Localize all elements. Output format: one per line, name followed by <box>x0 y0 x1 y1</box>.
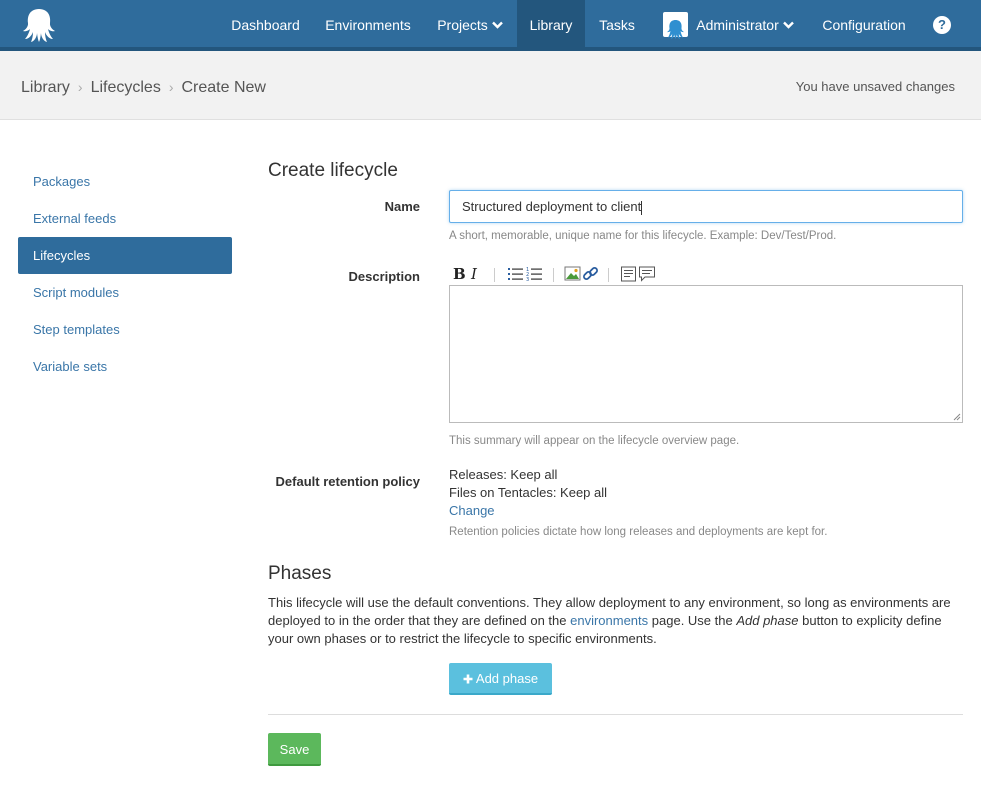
bold-icon[interactable]: B <box>452 264 466 284</box>
name-input[interactable]: Structured deployment to client <box>449 190 963 223</box>
phases-description: This lifecycle will use the default conv… <box>268 594 968 648</box>
octopus-logo-icon[interactable] <box>20 6 58 44</box>
nav-configuration[interactable]: Configuration <box>808 0 920 47</box>
nav-administrator-label: Administrator <box>696 17 779 33</box>
help-markdown-icon[interactable] <box>638 264 656 284</box>
add-phase-label: Add phase <box>475 671 539 686</box>
name-hint: A short, memorable, unique name for this… <box>449 230 837 242</box>
save-button[interactable]: Save <box>268 733 321 766</box>
retention-label: Default retention policy <box>275 474 420 489</box>
sidebar-item-step-templates[interactable]: Step templates <box>18 311 232 348</box>
breadcrumb-lifecycles[interactable]: Lifecycles <box>91 79 161 96</box>
sidebar-item-label: Step templates <box>33 322 120 337</box>
nav-tasks[interactable]: Tasks <box>585 0 649 47</box>
nav-configuration-label: Configuration <box>822 17 906 33</box>
breadcrumb-library[interactable]: Library <box>21 79 70 96</box>
retention-files: Files on Tentacles: Keep all <box>449 485 608 500</box>
nav-library-label: Library <box>529 17 573 33</box>
sidebar-item-label: Script modules <box>33 285 119 300</box>
plus-icon <box>463 674 473 684</box>
nav-dashboard[interactable]: Dashboard <box>218 0 313 47</box>
phases-emphasis: Add phase <box>736 613 799 628</box>
nav-projects[interactable]: Projects <box>423 0 517 47</box>
retention-hint: Retention policies dictate how long rele… <box>449 526 828 538</box>
phases-text: page. Use the <box>648 613 737 628</box>
sidebar-item-lifecycles[interactable]: Lifecycles <box>18 237 232 274</box>
description-hint: This summary will appear on the lifecycl… <box>449 435 740 447</box>
description-label: Description <box>348 269 420 284</box>
svg-text:I: I <box>470 265 478 283</box>
chevron-down-icon <box>491 21 503 29</box>
numbered-list-icon[interactable]: 123 <box>526 264 543 284</box>
chevron-down-icon <box>782 21 794 29</box>
name-label: Name <box>384 199 420 214</box>
link-icon[interactable] <box>582 264 599 284</box>
user-avatar-icon <box>663 12 689 40</box>
save-label: Save <box>279 742 310 757</box>
library-sidebar: Packages External feeds Lifecycles Scrip… <box>18 163 232 385</box>
breadcrumb-current: Create New <box>181 79 266 96</box>
breadcrumb: Library › Lifecycles › Create New <box>21 79 266 97</box>
breadcrumb-separator: › <box>77 79 83 95</box>
sidebar-item-label: Packages <box>33 174 91 189</box>
top-nav: Dashboard Environments Projects Library … <box>0 0 981 51</box>
toolbar-divider <box>494 268 495 282</box>
sidebar-item-label: Variable sets <box>33 359 108 374</box>
add-phase-button[interactable]: Add phase <box>449 663 552 695</box>
nav-library[interactable]: Library <box>517 0 585 47</box>
retention-change-link[interactable]: Change <box>449 503 495 518</box>
sidebar-item-packages[interactable]: Packages <box>18 163 232 200</box>
description-textarea[interactable] <box>449 285 963 423</box>
preview-icon[interactable] <box>620 264 637 284</box>
toolbar-divider <box>553 268 554 282</box>
toolbar-divider <box>608 268 609 282</box>
divider <box>268 714 963 715</box>
nav-tasks-label: Tasks <box>599 17 635 33</box>
italic-icon[interactable]: I <box>470 264 480 284</box>
sidebar-item-variable-sets[interactable]: Variable sets <box>18 348 232 385</box>
text-caret <box>641 200 643 215</box>
bullet-list-icon[interactable] <box>507 264 524 284</box>
svg-text:B: B <box>453 265 466 283</box>
nav-projects-label: Projects <box>437 17 488 33</box>
sidebar-item-label: External feeds <box>33 211 117 226</box>
help-icon[interactable]: ? <box>933 16 951 34</box>
nav-environments-label: Environments <box>325 17 411 33</box>
name-input-value: Structured deployment to client <box>462 199 642 214</box>
unsaved-changes-status: You have unsaved changes <box>795 79 955 94</box>
nav-dashboard-label: Dashboard <box>231 17 300 33</box>
retention-releases: Releases: Keep all <box>449 467 558 482</box>
phases-title: Phases <box>268 563 332 584</box>
nav-environments[interactable]: Environments <box>313 0 423 47</box>
resize-grip-icon[interactable] <box>953 413 961 421</box>
sidebar-item-label: Lifecycles <box>33 248 91 263</box>
page-title: Create lifecycle <box>268 160 398 181</box>
sidebar-item-external-feeds[interactable]: External feeds <box>18 200 232 237</box>
nav-administrator[interactable]: Administrator <box>652 0 805 47</box>
svg-text:3: 3 <box>526 277 529 283</box>
sidebar-item-script-modules[interactable]: Script modules <box>18 274 232 311</box>
image-icon[interactable] <box>564 264 581 284</box>
environments-link[interactable]: environments <box>570 613 648 628</box>
breadcrumb-separator: › <box>168 79 174 95</box>
breadcrumb-band: Library › Lifecycles › Create New You have u… <box>0 51 981 120</box>
